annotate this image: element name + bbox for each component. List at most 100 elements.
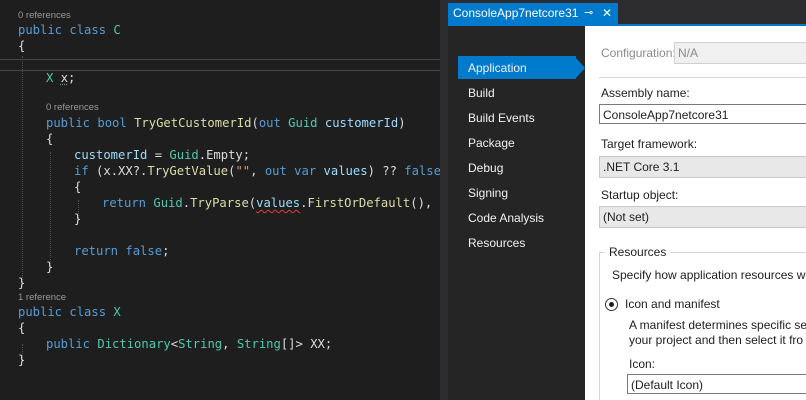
operator: = bbox=[147, 148, 170, 162]
code-line: public class C bbox=[18, 22, 121, 38]
code-line: } bbox=[18, 352, 25, 368]
keyword: public class bbox=[18, 23, 114, 37]
type-name: String bbox=[236, 337, 281, 351]
nav-item-application[interactable]: Application bbox=[468, 60, 527, 76]
code-line: if (x.XX?.TryGetValue("", out var values… bbox=[74, 163, 440, 179]
punctuation: , bbox=[250, 164, 265, 178]
startup-object-label: Startup object: bbox=[601, 188, 679, 202]
nav-item-package[interactable]: Package bbox=[468, 135, 515, 151]
codelens-references[interactable]: 0 references bbox=[46, 102, 99, 114]
punctuation: ) bbox=[398, 116, 406, 130]
tab-project-properties[interactable]: ConsoleApp7netcore31 ⊸ ✕ bbox=[448, 3, 618, 24]
indent-guide bbox=[22, 56, 23, 282]
type-name: Dictionary bbox=[97, 337, 171, 351]
type-name: Guid bbox=[288, 116, 325, 130]
keyword: out bbox=[258, 116, 289, 130]
nav-item-signing[interactable]: Signing bbox=[468, 185, 508, 201]
configuration-label: Configuration: bbox=[601, 46, 676, 60]
brace: } bbox=[74, 212, 82, 226]
properties-nav: Application Build Build Events Package D… bbox=[448, 26, 585, 400]
tab-title: ConsoleApp7netcore31 bbox=[453, 6, 579, 20]
codelens-references[interactable]: 1 reference bbox=[18, 292, 66, 304]
brace: { bbox=[18, 321, 26, 335]
punctuation: . bbox=[182, 196, 191, 210]
code-line: public class X bbox=[18, 304, 121, 320]
code-line: return Guid.TryParse(values.FirstOrDefau… bbox=[102, 195, 440, 211]
expression: (x.XX?. bbox=[88, 164, 148, 178]
parameter-name: customerId bbox=[324, 116, 399, 130]
class-name: C bbox=[113, 23, 121, 37]
operator: ) ?? bbox=[367, 164, 405, 178]
brace: { bbox=[74, 180, 82, 194]
indent-guide bbox=[50, 152, 51, 266]
class-name: X bbox=[113, 305, 121, 319]
brace: } bbox=[18, 353, 26, 367]
nav-item-build-events[interactable]: Build Events bbox=[468, 110, 535, 126]
keyword: if bbox=[74, 164, 89, 178]
manifest-description-line2: your project and then select it fro bbox=[629, 333, 804, 347]
configuration-dropdown: N/A bbox=[674, 42, 806, 64]
semicolon: ; bbox=[324, 337, 333, 351]
string-literal: "" bbox=[235, 164, 251, 178]
keyword: public bbox=[46, 116, 98, 130]
type-name: String bbox=[178, 337, 223, 351]
target-framework-label: Target framework: bbox=[601, 137, 698, 151]
punctuation: , bbox=[222, 337, 237, 351]
brace: { bbox=[46, 132, 54, 146]
keyword: return bbox=[74, 244, 126, 258]
type-name: Guid bbox=[169, 148, 199, 162]
field-name: x bbox=[60, 71, 69, 85]
code-line: return false; bbox=[74, 243, 169, 259]
punctuation: (), bbox=[410, 196, 440, 210]
member-access: .Empty; bbox=[198, 148, 251, 162]
type-name: Guid bbox=[153, 196, 183, 210]
parameter-name: customerId bbox=[74, 148, 148, 162]
assembly-name-input[interactable]: ConsoleApp7netcore31 bbox=[599, 104, 806, 124]
property-name: XX bbox=[310, 337, 325, 351]
icon-dropdown[interactable]: (Default Icon) bbox=[627, 374, 806, 394]
window-splitter[interactable] bbox=[440, 0, 448, 400]
semicolon: ; bbox=[162, 244, 170, 258]
semicolon: ; bbox=[68, 71, 76, 85]
method-name: TryGetCustomerId bbox=[134, 116, 252, 130]
code-line: public Dictionary<String, String[]> XX; bbox=[46, 336, 332, 352]
resources-description: Specify how application resources wi bbox=[612, 268, 806, 282]
pin-icon[interactable]: ⊸ bbox=[584, 3, 593, 24]
icon-label: Icon: bbox=[629, 357, 656, 371]
code-line: } bbox=[46, 259, 53, 275]
nav-item-debug[interactable]: Debug bbox=[468, 160, 503, 176]
brace: } bbox=[46, 260, 54, 274]
keyword: out var bbox=[264, 164, 324, 178]
keyword: public bbox=[46, 337, 98, 351]
target-framework-dropdown[interactable]: .NET Core 3.1 bbox=[599, 156, 806, 178]
nav-item-resources[interactable]: Resources bbox=[468, 235, 525, 251]
brace: } bbox=[18, 276, 26, 290]
variable-name: values bbox=[323, 164, 368, 178]
code-line: X x; bbox=[46, 70, 75, 86]
project-properties-window: ConsoleApp7netcore31 ⊸ ✕ Application Bui… bbox=[448, 0, 806, 400]
punctuation: []> bbox=[280, 337, 311, 351]
punctuation: . bbox=[300, 196, 308, 210]
icon-manifest-label[interactable]: Icon and manifest bbox=[625, 297, 720, 312]
application-settings-panel: Configuration: N/A Assembly name: Consol… bbox=[585, 26, 806, 400]
code-editor[interactable]: 0 references public class C { X x; 0 ref… bbox=[0, 0, 440, 400]
nav-item-code-analysis[interactable]: Code Analysis bbox=[468, 210, 544, 226]
punctuation: < bbox=[170, 337, 179, 351]
assembly-name-label: Assembly name: bbox=[601, 86, 690, 100]
keyword: bool bbox=[97, 116, 135, 130]
document-tab-bar: ConsoleApp7netcore31 ⊸ ✕ bbox=[448, 0, 806, 24]
code-line: { bbox=[46, 131, 53, 147]
icon-manifest-radio[interactable] bbox=[605, 298, 618, 311]
error-squiggle-variable[interactable]: values bbox=[256, 196, 300, 210]
punctuation: ( bbox=[251, 116, 259, 130]
code-line: customerId = Guid.Empty; bbox=[74, 147, 250, 163]
nav-item-build[interactable]: Build bbox=[468, 85, 495, 101]
divider bbox=[599, 77, 806, 78]
code-line: public bool TryGetCustomerId(out Guid cu… bbox=[46, 115, 406, 131]
code-line: } bbox=[18, 275, 25, 291]
keyword: public class bbox=[18, 305, 114, 319]
close-icon[interactable]: ✕ bbox=[602, 3, 612, 24]
codelens-references[interactable]: 0 references bbox=[18, 10, 71, 22]
code-line: { bbox=[74, 179, 81, 195]
startup-object-dropdown[interactable]: (Not set) bbox=[599, 206, 806, 228]
